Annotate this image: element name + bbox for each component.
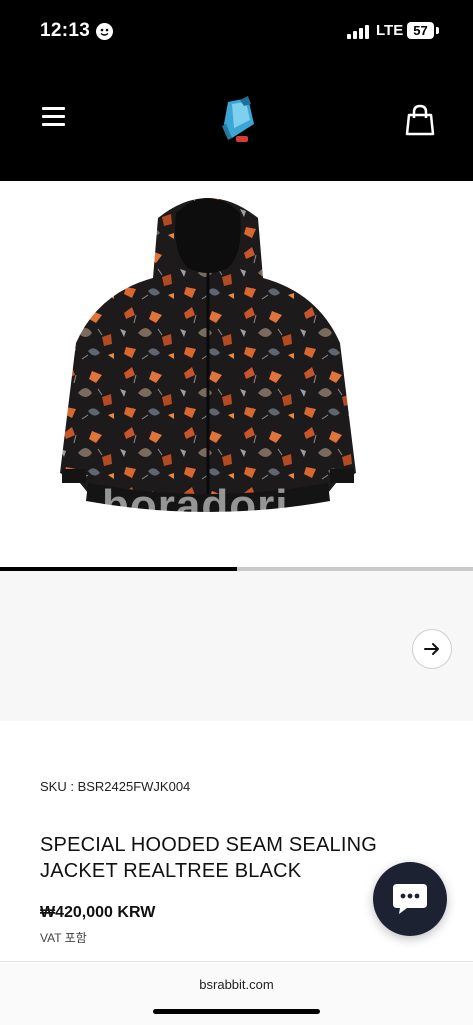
- arrow-right-icon: [424, 643, 439, 655]
- shopping-bag-icon[interactable]: [405, 104, 435, 136]
- vat-note: VAT 포함: [40, 931, 87, 945]
- site-header: [0, 64, 473, 181]
- smiley-icon: [96, 23, 113, 40]
- gallery-controls-panel: [0, 571, 473, 721]
- browser-url-bar: bsrabbit.com: [0, 961, 473, 1025]
- chat-bubble-icon: [393, 884, 427, 914]
- chat-button[interactable]: [373, 862, 447, 936]
- brand-logo-icon[interactable]: [218, 94, 260, 146]
- product-jacket-image: [60, 198, 356, 512]
- signal-strength-icon: [347, 24, 371, 39]
- product-sku: SKU : BSR2425FWJK004: [40, 779, 191, 794]
- status-time: 12:13: [40, 20, 91, 41]
- battery-tip: [436, 27, 439, 34]
- image-watermark: boradori: [102, 481, 289, 530]
- product-title: SPECIAL HOODED SEAM SEALING JACKET REALT…: [40, 834, 377, 882]
- status-bar: 12:13 LTE 57: [0, 0, 473, 64]
- next-image-button[interactable]: [412, 629, 452, 669]
- site-url[interactable]: bsrabbit.com: [0, 977, 473, 992]
- product-image-gallery[interactable]: boradori: [0, 181, 473, 567]
- home-indicator: [153, 1009, 320, 1014]
- product-price: ₩420,000 KRW: [40, 904, 156, 921]
- network-type: LTE: [376, 22, 404, 39]
- battery-level: 57: [407, 22, 434, 39]
- hamburger-menu-icon[interactable]: [42, 107, 66, 129]
